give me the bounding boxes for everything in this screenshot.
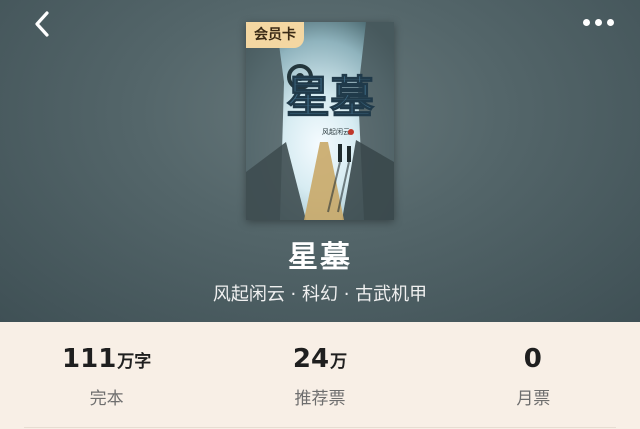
stats-bar: 111 万字 完本 24 万 推荐票 0 月票 bbox=[0, 322, 640, 429]
recommend-votes-value: 24 bbox=[292, 344, 330, 374]
book-header: 星墓 风起闲云 会员卡 星墓 风起闲云 · 科幻 · 古武机甲 bbox=[0, 0, 640, 322]
more-dot bbox=[594, 18, 602, 26]
book-cover[interactable]: 星墓 风起闲云 会员卡 bbox=[246, 22, 394, 220]
chevron-left-icon bbox=[35, 11, 49, 37]
more-dot bbox=[606, 18, 614, 26]
recommend-votes-label: 推荐票 bbox=[294, 389, 346, 409]
cover-title: 星墓 bbox=[286, 72, 375, 123]
member-badge: 会员卡 bbox=[246, 22, 304, 48]
stat-recommend-votes[interactable]: 24 万 推荐票 bbox=[213, 322, 426, 429]
monthly-votes-value: 0 bbox=[523, 344, 542, 374]
stat-monthly-votes[interactable]: 0 月票 bbox=[427, 322, 640, 429]
stat-word-count: 111 万字 完本 bbox=[0, 322, 213, 429]
word-count-label: 完本 bbox=[89, 389, 124, 409]
svg-text:风起闲云: 风起闲云 bbox=[322, 127, 350, 136]
divider bbox=[24, 427, 616, 428]
more-dot bbox=[582, 18, 590, 26]
recommend-votes-unit: 万 bbox=[330, 352, 348, 372]
word-count-unit: 万字 bbox=[117, 352, 152, 372]
book-title: 星墓 bbox=[288, 240, 352, 275]
cover-art: 星墓 风起闲云 bbox=[246, 22, 394, 220]
word-count-value: 111 bbox=[62, 344, 117, 374]
book-meta[interactable]: 风起闲云 · 科幻 · 古武机甲 bbox=[0, 280, 640, 306]
monthly-votes-label: 月票 bbox=[516, 389, 551, 409]
more-button[interactable] bbox=[578, 10, 618, 34]
back-button[interactable] bbox=[26, 8, 58, 40]
